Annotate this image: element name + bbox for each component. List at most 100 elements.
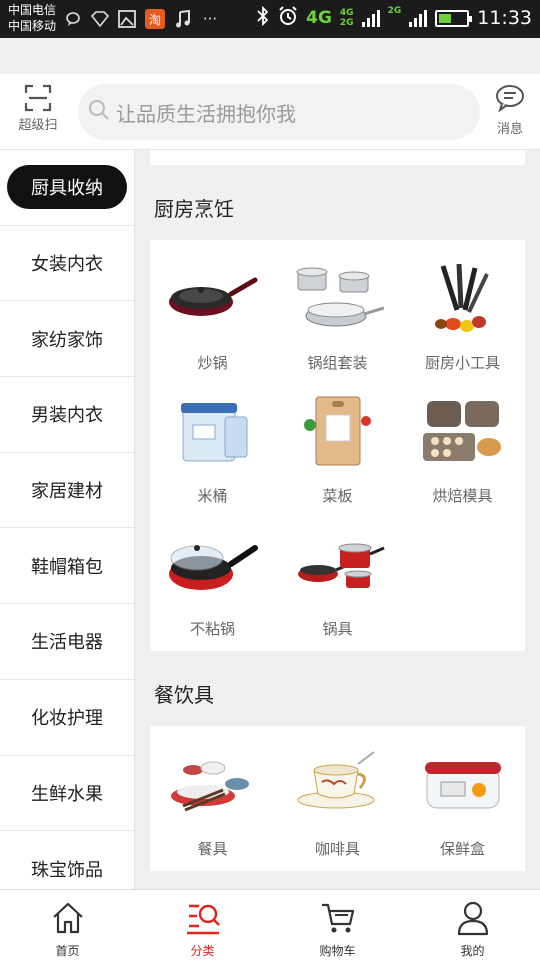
search-input[interactable]: 让品质生活拥抱你我	[78, 84, 480, 140]
network-small-top: 4G	[339, 8, 354, 18]
wifi-diamond-icon	[91, 10, 109, 28]
category-sidebar: 厨具收纳 女装内衣 家纺家饰 男装内衣 家居建材 鞋帽箱包 生活电器 化妆护理 …	[0, 150, 135, 889]
image-icon	[118, 10, 136, 28]
food-container-icon	[413, 736, 513, 830]
product-item[interactable]: 厨房小工具	[400, 250, 525, 373]
product-item[interactable]: 不粘锅	[150, 516, 275, 639]
pot-set-icon	[288, 250, 388, 344]
tab-label: 我的	[460, 944, 485, 958]
product-item[interactable]: 锅组套装	[275, 250, 400, 373]
sidebar-item-appliances[interactable]: 生活电器	[0, 604, 134, 680]
tab-label: 首页	[55, 944, 80, 958]
product-label: 锅组套装	[307, 354, 368, 372]
cutting-board-icon	[288, 383, 388, 477]
nonstick-pan-icon	[163, 516, 263, 610]
product-label: 菜板	[322, 487, 353, 505]
clock: 11:33	[477, 7, 532, 29]
carrier-info: 中国电信 中国移动	[8, 2, 56, 34]
tab-label: 购物车	[319, 944, 356, 958]
message-label: 消息	[496, 122, 523, 137]
rice-bin-icon	[163, 383, 263, 477]
product-label: 锅具	[322, 620, 353, 638]
product-item[interactable]: 锅具	[275, 516, 400, 639]
search-placeholder: 让品质生活拥抱你我	[116, 101, 296, 126]
sidebar-item-label: 女装内衣	[31, 254, 103, 276]
product-item[interactable]: 咖啡具	[275, 736, 400, 859]
dual-network: 4G 2G	[340, 8, 354, 28]
search-icon	[88, 99, 110, 125]
chat-bubble-icon	[64, 10, 82, 28]
sidebar-item-cosmetics[interactable]: 化妆护理	[0, 680, 134, 756]
message-button[interactable]: 消息	[488, 84, 532, 137]
profile-icon	[455, 900, 491, 940]
sidebar-item-label: 生活电器	[31, 632, 103, 654]
product-item[interactable]: 餐具	[150, 736, 275, 859]
frying-pan-icon	[163, 250, 263, 344]
sidebar-item-label: 家纺家饰	[31, 329, 103, 351]
product-item[interactable]: 米桶	[150, 383, 275, 506]
sidebar-item-home-textiles[interactable]: 家纺家饰	[0, 301, 134, 378]
taobao-icon: 淘	[145, 9, 165, 29]
sidebar-item-home-building[interactable]: 家居建材	[0, 453, 134, 529]
notification-icons: 淘 ···	[64, 9, 219, 29]
product-label: 餐具	[197, 840, 228, 858]
product-label: 炒锅	[197, 354, 228, 372]
battery-charging-icon	[435, 9, 473, 27]
product-item[interactable]: 烘焙模具	[400, 383, 525, 506]
sidebar-item-fresh-fruit[interactable]: 生鲜水果	[0, 756, 134, 832]
product-label: 米桶	[197, 487, 228, 505]
carrier-2: 中国移动	[8, 19, 57, 33]
signal-icon-2	[409, 9, 428, 27]
sidebar-item-label: 男装内衣	[31, 405, 103, 427]
carrier-1: 中国电信	[8, 3, 57, 17]
bottom-tab-bar: 首页 分类 购物车 我的	[0, 889, 540, 960]
section-title: 餐饮具	[154, 683, 214, 707]
coffee-cup-icon	[288, 736, 388, 830]
system-icons: 4G 4G 2G 2G 11:33	[256, 5, 532, 30]
scan-button[interactable]: 超级扫	[12, 84, 64, 133]
sidebar-item-label: 珠宝饰品	[31, 859, 103, 881]
network-4g: 4G	[306, 8, 332, 28]
knife-set-icon	[413, 250, 513, 344]
network-2g: 2G	[387, 6, 402, 16]
sidebar-item-label: 厨具收纳	[7, 165, 127, 210]
product-label: 厨房小工具	[424, 354, 500, 372]
home-icon	[50, 900, 86, 940]
tab-home[interactable]: 首页	[0, 890, 135, 960]
product-label: 烘焙模具	[432, 487, 493, 505]
product-grid: 炒锅 锅组套装 厨房小工具 米桶 菜板 烘焙模具 不粘锅 锅具	[150, 240, 525, 651]
status-bar: 中国电信 中国移动 淘 ··· 4G 4G 2G 2G 11:33	[0, 0, 540, 38]
sidebar-item-jewelry[interactable]: 珠宝饰品	[0, 831, 134, 889]
cart-icon	[320, 900, 356, 940]
signal-icon	[361, 9, 380, 27]
product-item[interactable]: 菜板	[275, 383, 400, 506]
message-icon	[495, 85, 525, 116]
header: 超级扫 让品质生活拥抱你我 消息	[0, 74, 540, 150]
product-label: 不粘锅	[189, 620, 235, 638]
sidebar-item-kitchen[interactable]: 厨具收纳	[0, 150, 134, 226]
section-title: 厨房烹饪	[154, 197, 234, 221]
previous-card-edge	[150, 150, 525, 165]
product-label: 保鲜盒	[439, 840, 485, 858]
product-grid: 餐具 咖啡具 保鲜盒	[150, 726, 525, 871]
tab-profile[interactable]: 我的	[405, 890, 540, 960]
sidebar-item-womens-wear[interactable]: 女装内衣	[0, 226, 134, 302]
product-item[interactable]: 保鲜盒	[400, 736, 525, 859]
product-label: 咖啡具	[314, 840, 360, 858]
sidebar-item-label: 鞋帽箱包	[31, 556, 103, 578]
product-item[interactable]: 炒锅	[150, 250, 275, 373]
sidebar-item-mens-wear[interactable]: 男装内衣	[0, 377, 134, 453]
scan-icon	[24, 84, 52, 112]
sidebar-item-label: 化妆护理	[31, 708, 103, 730]
sidebar-item-label: 家居建材	[31, 481, 103, 503]
category-icon	[185, 900, 221, 940]
bluetooth-icon	[256, 5, 270, 30]
tab-label: 分类	[190, 944, 215, 958]
cookware-icon	[288, 516, 388, 610]
sidebar-item-shoes-bags[interactable]: 鞋帽箱包	[0, 528, 134, 605]
tableware-icon	[163, 736, 263, 830]
tab-cart[interactable]: 购物车	[270, 890, 405, 960]
tab-category[interactable]: 分类	[135, 890, 270, 960]
baking-mold-icon	[413, 383, 513, 477]
alarm-icon	[278, 6, 298, 30]
